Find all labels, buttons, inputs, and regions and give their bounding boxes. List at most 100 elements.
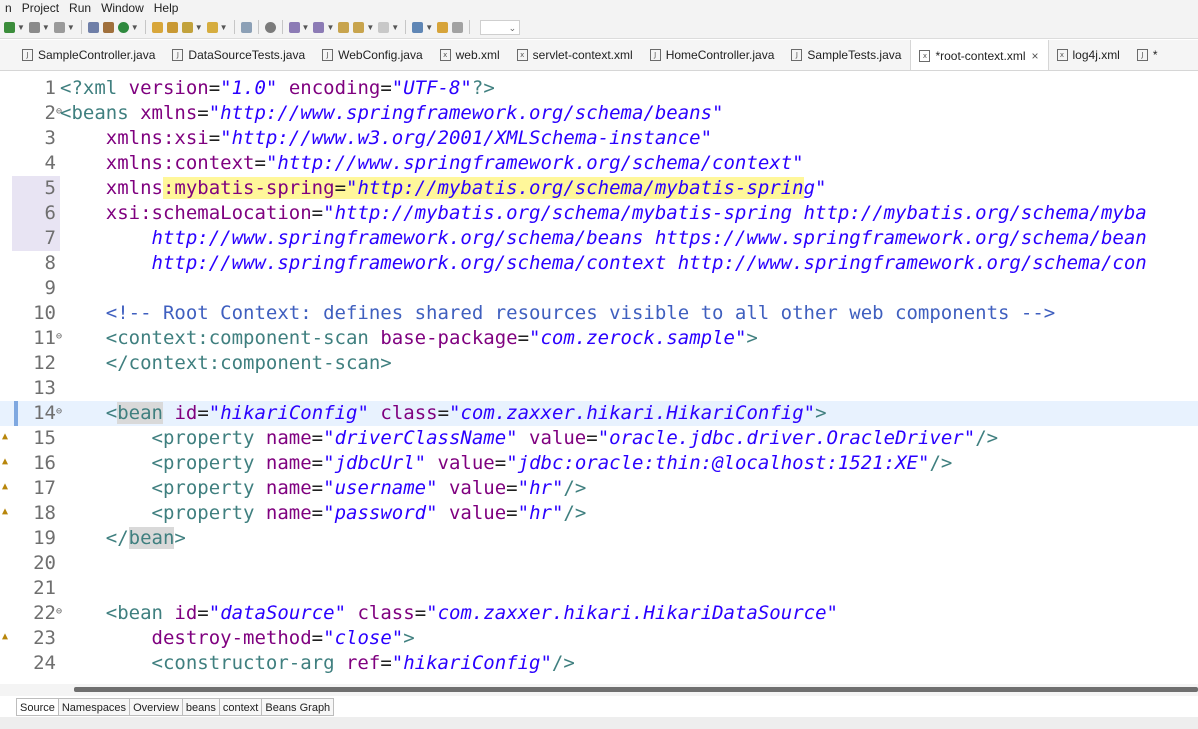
bottom-tab[interactable]: Namespaces [58,698,131,716]
forward-dropdown-icon[interactable]: ▼ [391,23,399,32]
code-line[interactable]: 3 xmlns:xsi="http://www.w3.org/2001/XMLS… [0,126,1198,151]
editor-tab[interactable]: J SampleController.java [14,40,164,70]
code-line[interactable]: 1 <?xml version="1.0" encoding="UTF-8"?> [0,76,1198,101]
code-editor[interactable]: 1 <?xml version="1.0" encoding="UTF-8"?> 2… [0,71,1198,683]
server-icon[interactable] [87,21,99,33]
code-line[interactable]: 8 http://www.springframework.org/schema/… [0,251,1198,276]
open-resource-icon[interactable] [206,21,218,33]
back-icon[interactable] [353,21,365,33]
editor-tab[interactable]: x *root-context.xml × [910,40,1049,70]
editor-tab[interactable]: x web.xml [432,40,509,70]
code-token: = [334,177,347,199]
line-number: 15 [33,427,56,449]
code-line[interactable]: 4 xmlns:context="http://www.springframew… [0,151,1198,176]
pen-icon[interactable] [181,21,193,33]
code-token: <property [151,477,266,499]
code-line[interactable]: 7 http://www.springframework.org/schema/… [0,226,1198,251]
bottom-tab[interactable]: Overview [130,698,183,716]
open-folder-icon[interactable] [151,21,163,33]
code-line[interactable]: 12 </context:component-scan> [0,351,1198,376]
code-line[interactable]: 10 <!-- Root Context: defines shared res… [0,301,1198,326]
last-edit-icon[interactable] [338,21,350,33]
back-dropdown-icon[interactable]: ▼ [366,23,374,32]
print-icon[interactable] [53,21,65,33]
toolbar-combo[interactable]: ⌄ [480,19,521,35]
toggle-icon[interactable] [240,21,252,33]
code-line[interactable]: ▲ 17 <property name="username" value="hr"… [0,476,1198,501]
editor-tab[interactable]: x servlet-context.xml [509,40,642,70]
code-line[interactable]: 5 xmlns:mybatis-spring="http://mybatis.o… [0,176,1198,201]
code-token: = [197,402,209,424]
code-line[interactable]: ▲ 15 <property name="driverClassName" val… [0,426,1198,451]
code-line[interactable]: 14 ⊖ <bean id="hikariConfig" class="com.z… [0,401,1198,426]
code-text: <bean id="dataSource" class="com.zaxxer.… [60,601,838,626]
editor-tab-label: SampleController.java [38,48,156,62]
menu-item[interactable]: Run [64,0,96,16]
save-dropdown-icon[interactable]: ▼ [42,23,50,32]
code-line[interactable]: ▲ 18 <property name="password" value="hr"… [0,501,1198,526]
bottom-tab[interactable]: beans [182,698,220,716]
print-dropdown-icon[interactable]: ▼ [67,23,75,32]
code-line[interactable]: 24 <constructor-arg ref="hikariConfig"/> [0,651,1198,676]
menu-item[interactable]: n [0,0,17,16]
terminal-icon[interactable] [412,21,424,33]
code-line[interactable]: ▲ 16 <property name="jdbcUrl" value="jdbc… [0,451,1198,476]
open-project-icon[interactable] [166,21,178,33]
grid-icon[interactable] [452,21,464,33]
editor-tab[interactable]: J WebConfig.java [314,40,432,70]
next-annotation-icon[interactable] [288,21,300,33]
next-annotation-dropdown-icon[interactable]: ▼ [302,23,310,32]
pen-dropdown-icon[interactable]: ▼ [195,23,203,32]
close-icon[interactable]: × [1031,49,1038,63]
editor-tab[interactable]: J * [1129,40,1167,70]
new-dropdown-icon[interactable]: ▼ [17,23,25,32]
line-number: 22 [33,602,56,624]
gear-icon[interactable] [264,21,276,33]
bottom-tab[interactable]: Beans Graph [262,698,335,716]
code-line[interactable]: 19 </bean> [0,526,1198,551]
java-file-icon: J [22,49,33,61]
code-line[interactable]: ▲ 23 destroy-method="close"> [0,626,1198,651]
prev-annotation-icon[interactable] [313,21,325,33]
editor-tab-label: log4j.xml [1072,48,1120,62]
editor-tab[interactable]: J DataSourceTests.java [164,40,314,70]
open-dropdown-icon[interactable]: ▼ [220,23,228,32]
code-token: name [265,427,312,449]
bottom-tab[interactable]: context [219,698,263,716]
menu-item[interactable]: Project [17,0,64,16]
code-line[interactable]: 13 [0,376,1198,401]
servers-icon[interactable] [102,21,114,33]
save-icon[interactable] [28,21,40,33]
code-line[interactable]: 20 [0,551,1198,576]
editor-tab[interactable]: x log4j.xml [1049,40,1129,70]
task-icon[interactable] [437,21,449,33]
code-line[interactable]: 21 [0,576,1198,601]
menu-item[interactable]: Window [96,0,149,16]
forward-icon[interactable] [378,21,390,33]
menu-item[interactable]: Help [149,0,184,16]
code-line[interactable]: 11 ⊖ <context:component-scan base-package… [0,326,1198,351]
terminal-dropdown-icon[interactable]: ▼ [425,23,433,32]
new-icon[interactable] [4,21,15,33]
prev-annotation-dropdown-icon[interactable]: ▼ [326,23,334,32]
code-text: <beans xmlns="http://www.springframework… [60,101,724,126]
code-line[interactable]: 6 xsi:schemaLocation="http://mybatis.org… [0,201,1198,226]
horizontal-scrollbar-thumb[interactable] [74,687,1198,692]
code-line[interactable]: 22 ⊖ <bean id="dataSource" class="com.zax… [0,601,1198,626]
code-token: bean [117,402,163,424]
run-dropdown-icon[interactable]: ▼ [131,23,139,32]
code-token: = [506,477,518,499]
code-line[interactable]: 2 ⊖ <beans xmlns="http://www.springframewo… [0,101,1198,126]
editor-tab[interactable]: J HomeController.java [642,40,784,70]
run-server-icon[interactable] [117,21,129,33]
bottom-tab[interactable]: Source [16,698,59,716]
editor-tab[interactable]: J SampleTests.java [783,40,910,70]
code-line[interactable]: 9 [0,276,1198,301]
